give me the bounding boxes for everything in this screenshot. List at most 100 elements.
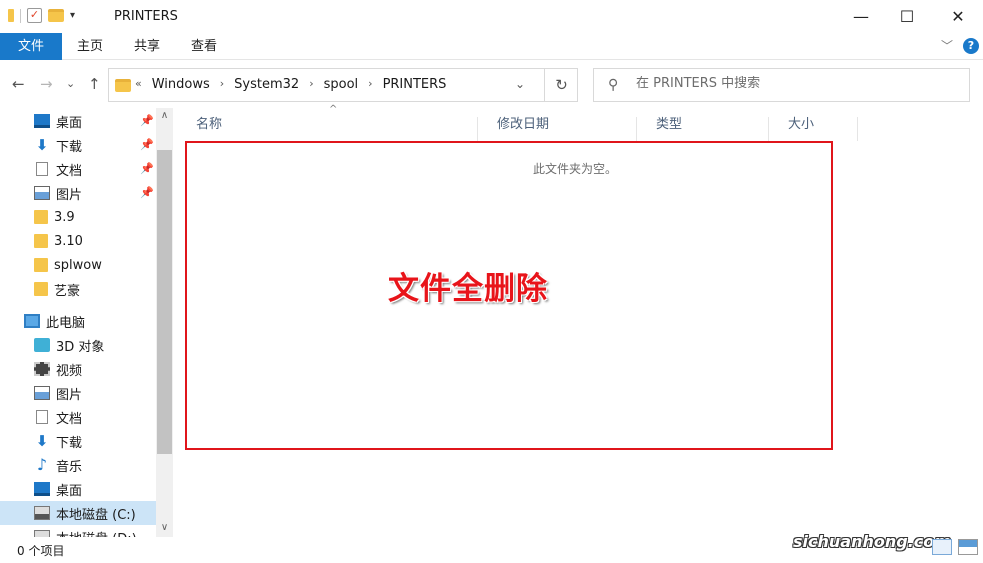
sidebar-item-downloads-pc[interactable]: ⬇ 下载: [34, 429, 175, 453]
folder-icon: [34, 234, 48, 248]
sidebar-item-label: 文档: [56, 163, 83, 179]
back-button[interactable]: ←: [12, 75, 25, 93]
sidebar-item-label: 文档: [56, 411, 83, 427]
computer-icon: [24, 314, 40, 328]
sidebar-item-label: 下载: [56, 435, 83, 451]
forward-button[interactable]: →: [40, 75, 53, 93]
column-header-name[interactable]: 名称: [177, 117, 478, 141]
navigation-pane: 桌面 📌 ⬇ 下载 📌 文档 📌 图片 📌 3.9 3.10 splwow 艺豪…: [0, 108, 175, 537]
sidebar-item-label: 桌面: [56, 115, 83, 131]
column-header-date-modified[interactable]: 修改日期: [478, 117, 637, 141]
column-header-type[interactable]: 类型: [637, 117, 769, 141]
maximize-button[interactable]: ☐: [884, 0, 930, 33]
address-bar[interactable]: « Windows › System32 › spool › PRINTERS …: [108, 68, 578, 102]
minimize-button[interactable]: —: [838, 0, 884, 33]
recent-locations-dropdown[interactable]: ⌄: [66, 77, 75, 90]
breadcrumb-chevron-icon[interactable]: ›: [309, 77, 313, 92]
sidebar-item-label: 3.9: [54, 209, 75, 225]
scroll-up-icon[interactable]: ∧: [156, 110, 173, 121]
sidebar-item-this-pc[interactable]: 此电脑: [24, 309, 175, 333]
toolbar-divider: [20, 8, 21, 23]
desktop-icon: [34, 482, 50, 496]
sidebar-item-label: 3.10: [54, 233, 83, 249]
sidebar-item-desktop-pc[interactable]: 桌面: [34, 477, 175, 501]
address-dropdown-icon[interactable]: ⌄: [515, 77, 525, 91]
tab-share[interactable]: 共享: [134, 33, 160, 60]
search-input[interactable]: [636, 76, 956, 91]
customize-toolbar-dropdown-icon[interactable]: ▾: [70, 10, 75, 21]
window-title: PRINTERS: [114, 9, 178, 24]
close-button[interactable]: ✕: [935, 0, 981, 33]
properties-icon[interactable]: ✓: [27, 8, 42, 23]
sidebar-item-label: 视频: [56, 363, 83, 379]
sidebar-item-label: 下载: [56, 139, 83, 155]
download-icon: ⬇: [35, 136, 49, 154]
desktop-icon: [34, 114, 50, 128]
sidebar-item-music[interactable]: ♪ 音乐: [34, 453, 175, 477]
sidebar-item-label: 本地磁盘 (C:): [56, 507, 136, 523]
breadcrumb-spool[interactable]: spool: [324, 77, 359, 92]
3d-objects-icon: [34, 338, 50, 352]
sidebar-item-label: 图片: [56, 187, 83, 203]
sidebar-item-label: 此电脑: [46, 315, 86, 331]
sidebar-item-folder-3-10[interactable]: 3.10: [34, 229, 175, 253]
sidebar-item-pictures-pc[interactable]: 图片: [34, 381, 175, 405]
large-icons-view-icon[interactable]: [958, 539, 978, 555]
navigation-bar: ← → ⌄ ↑ « Windows › System32 › spool › P…: [0, 60, 983, 108]
breadcrumb-windows[interactable]: Windows: [152, 77, 210, 92]
document-icon: [36, 410, 48, 424]
tab-view[interactable]: 查看: [191, 33, 217, 60]
download-icon: ⬇: [35, 432, 49, 450]
sidebar-scrollbar[interactable]: ∧ ∨: [156, 108, 173, 537]
pin-icon: 📌: [140, 138, 154, 151]
pictures-icon: [34, 386, 50, 400]
folder-icon: [115, 79, 131, 92]
expand-ribbon-chevron-icon[interactable]: ﹀: [941, 37, 953, 54]
details-view-icon[interactable]: [932, 539, 952, 555]
search-box[interactable]: ⚲: [593, 68, 970, 102]
view-toggle: [932, 539, 978, 555]
explorer-folder-icon: [8, 9, 14, 22]
tab-home[interactable]: 主页: [77, 33, 103, 60]
folder-icon: [34, 282, 48, 296]
breadcrumb-system32[interactable]: System32: [234, 77, 299, 92]
drive-icon: [34, 530, 50, 537]
sidebar-item-label: 3D 对象: [56, 339, 105, 355]
sidebar-item-documents-pc[interactable]: 文档: [34, 405, 175, 429]
breadcrumb: « Windows › System32 › spool › PRINTERS: [135, 77, 446, 92]
sort-ascending-icon: ^: [329, 104, 338, 115]
sidebar-item-videos[interactable]: 视频: [34, 357, 175, 381]
pin-icon: 📌: [140, 114, 154, 127]
sidebar-item-label: 本地磁盘 (D:): [56, 528, 137, 538]
file-list[interactable]: ^ 名称 修改日期 类型 大小 此文件夹为空。 文件全删除: [177, 104, 983, 537]
video-icon: [34, 362, 50, 376]
sidebar-item-drive-d[interactable]: 本地磁盘 (D:): [34, 525, 175, 537]
scroll-down-icon[interactable]: ∨: [156, 522, 173, 533]
breadcrumb-chevron-icon[interactable]: ›: [368, 77, 372, 92]
watermark: sichuanhong.com: [793, 532, 951, 551]
sidebar-item-3d-objects[interactable]: 3D 对象: [34, 333, 175, 357]
sidebar-item-label: 艺豪: [54, 283, 81, 299]
help-icon[interactable]: ?: [963, 37, 979, 54]
sidebar-item-yihao[interactable]: 艺豪: [34, 277, 175, 301]
scrollbar-thumb[interactable]: [157, 150, 172, 454]
sidebar-item-label: 桌面: [56, 483, 83, 499]
sidebar-item-splwow[interactable]: splwow: [34, 253, 175, 277]
search-icon: ⚲: [608, 77, 619, 93]
breadcrumb-overflow[interactable]: «: [135, 77, 142, 92]
breadcrumb-chevron-icon[interactable]: ›: [220, 77, 224, 92]
sidebar-item-label: 图片: [56, 387, 83, 403]
pin-icon: 📌: [140, 162, 154, 175]
refresh-button[interactable]: ↻: [544, 69, 578, 101]
item-count: 0 个项目: [17, 544, 65, 558]
tab-file[interactable]: 文件: [0, 33, 62, 60]
up-button[interactable]: ↑: [88, 75, 101, 93]
new-folder-icon[interactable]: [48, 9, 64, 22]
folder-icon: [34, 210, 48, 224]
sidebar-item-folder-3-9[interactable]: 3.9: [34, 205, 175, 229]
column-header-size[interactable]: 大小: [769, 117, 858, 141]
sidebar-item-drive-c[interactable]: 本地磁盘 (C:): [0, 501, 156, 525]
annotation-text: 文件全删除: [388, 271, 548, 307]
breadcrumb-printers[interactable]: PRINTERS: [383, 77, 447, 92]
sidebar-item-label: splwow: [54, 257, 102, 273]
